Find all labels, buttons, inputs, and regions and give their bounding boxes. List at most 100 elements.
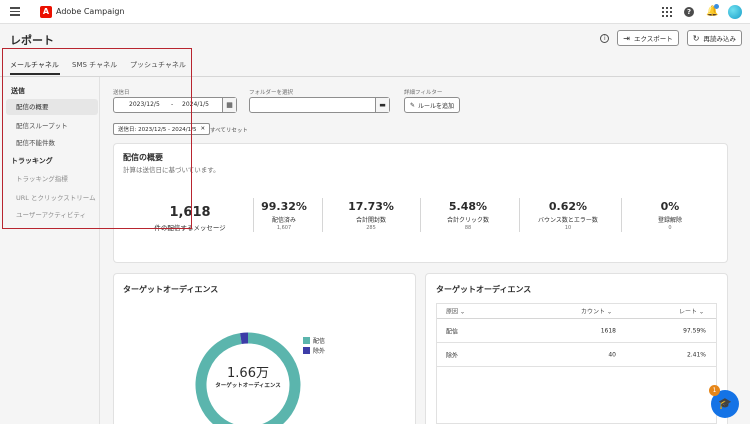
table-header: 原因 ⌄ カウント ⌄ レート ⌄	[437, 304, 716, 319]
help-badge: 1	[709, 385, 720, 396]
tab-email[interactable]: メールチャネル	[10, 60, 59, 70]
sidebar-item-url-clickstream[interactable]: URL とクリックストリーム	[6, 190, 98, 206]
app-switcher-icon[interactable]	[662, 7, 672, 17]
top-bar: A Adobe Campaign ? 🔔	[0, 0, 750, 24]
advanced-filter-label: 詳細フィルター	[404, 90, 443, 96]
cell-count: 1618	[600, 327, 616, 334]
kpi-label: バウンス数とエラー数	[538, 217, 598, 224]
kpi-label: 合計クリック数	[446, 217, 489, 224]
folder-select-field[interactable]: ▬	[249, 97, 390, 113]
kpi-delivered: 99.32% 配信済み 1,607	[253, 200, 315, 231]
column-rate[interactable]: レート ⌄	[679, 307, 704, 316]
channel-tabs: メールチャネル SMS チャネル プッシュチャネル	[0, 54, 750, 76]
tabs-divider	[0, 76, 740, 77]
kpi-value: 5.48%	[448, 200, 488, 213]
cell-rate: 2.41%	[686, 351, 706, 358]
kpi-value: 99.32%	[261, 200, 307, 213]
info-icon[interactable]: i	[600, 33, 610, 43]
kpi-clicks: 5.48% 合計クリック数 88	[422, 200, 514, 231]
export-label: エクスポート	[633, 35, 673, 43]
kpi-count: 10	[564, 225, 572, 231]
chevron-down-icon: ⌄	[606, 308, 612, 316]
notification-dot	[714, 4, 719, 9]
summary-title: 配信の概要	[123, 153, 163, 162]
date-from: 2023/12/5	[129, 101, 160, 108]
kpi-unsubscribes: 0% 登録解除 0	[632, 200, 708, 231]
audience-chart-title: ターゲットオーディエンス	[123, 285, 219, 294]
legend-label: 除外	[313, 348, 326, 355]
tab-push[interactable]: プッシュチャネル	[130, 60, 186, 70]
donut-center-label: ターゲットオーディエンス	[215, 383, 281, 389]
tab-sms[interactable]: SMS チャネル	[72, 60, 117, 70]
legend-swatch	[303, 337, 310, 344]
kpi-opens: 17.73% 合計開封数 285	[330, 200, 412, 231]
audience-table-title: ターゲットオーディエンス	[436, 285, 532, 294]
kpi-value: 1,618	[169, 205, 211, 220]
folder-icon[interactable]: ▬	[375, 98, 389, 112]
column-reason[interactable]: 原因 ⌄	[446, 307, 465, 316]
cell-count: 40	[608, 351, 616, 358]
sidebar-item-user-activity[interactable]: ユーザーアクティビティ	[6, 207, 98, 223]
table-row[interactable]: 除外 40 2.41%	[437, 343, 716, 367]
add-rule-label: ルールを追加	[418, 102, 455, 110]
legend-item-delivered: 配信	[303, 336, 325, 345]
date-range-picker[interactable]: 2023/12/5 - 2024/1/5 ▦	[113, 97, 237, 113]
reset-all-link[interactable]: すべてリセット	[210, 126, 248, 134]
legend-swatch	[303, 347, 310, 354]
column-count[interactable]: カウント ⌄	[581, 307, 612, 316]
export-icon: ⇥	[623, 33, 630, 43]
kpi-label: 登録解除	[657, 217, 682, 224]
sidebar-section-sending: 送信	[11, 87, 25, 95]
kpi-bounces: 0.62% バウンス数とエラー数 10	[520, 200, 616, 231]
pencil-icon: ✎	[410, 101, 416, 109]
kpi-value: 0.62%	[548, 200, 588, 213]
avatar[interactable]	[728, 5, 742, 19]
kpi-messages: 1,618 件の配信するメッセージ	[130, 205, 250, 232]
column-label: 原因	[446, 308, 459, 316]
notification-bell-icon[interactable]: 🔔	[706, 4, 719, 17]
legend-item-excluded: 除外	[303, 346, 325, 355]
summary-subtitle: 計算は送信日に基づいています。	[123, 166, 220, 174]
donut-slice-excluded[interactable]	[240, 332, 249, 344]
chevron-down-icon: ⌄	[459, 308, 465, 316]
report-sidebar: 送信 配信の概要 配信スループット 配信不能件数 トラッキング トラッキング指標…	[0, 77, 100, 424]
adobe-logo-icon: A	[40, 6, 52, 18]
date-separator: -	[171, 101, 174, 108]
date-to: 2024/1/5	[182, 101, 209, 108]
kpi-divider	[621, 198, 622, 232]
donut-center-value: 1.66万	[227, 366, 269, 381]
page-title: レポート	[10, 34, 54, 47]
cell-reason: 配信	[446, 328, 459, 335]
legend-label: 配信	[313, 338, 326, 345]
export-button[interactable]: ⇥ エクスポート	[617, 30, 679, 46]
menu-icon[interactable]	[10, 7, 20, 16]
filter-chip-label: 送信日: 2023/12/5 - 2024/1/5	[118, 127, 197, 133]
date-filter-label: 送信日	[113, 90, 130, 96]
app-title: Adobe Campaign	[56, 7, 125, 16]
close-icon[interactable]: ✕	[201, 126, 206, 132]
kpi-count: 0	[668, 225, 672, 231]
cell-reason: 除外	[446, 352, 459, 359]
column-label: レート	[679, 308, 698, 316]
table-row[interactable]: 配信 1618 97.59%	[437, 319, 716, 343]
sidebar-item-delivery-summary[interactable]: 配信の概要	[6, 99, 98, 115]
kpi-label: 配信済み	[271, 217, 296, 224]
sidebar-item-tracking-indicators[interactable]: トラッキング指標	[6, 171, 98, 187]
kpi-count: 88	[464, 225, 472, 231]
cell-rate: 97.59%	[683, 327, 706, 334]
sidebar-item-bounces[interactable]: 配信不能件数	[6, 135, 98, 151]
reload-button[interactable]: ↻ 再読み込み	[686, 30, 742, 46]
chevron-down-icon: ⌄	[698, 308, 704, 316]
sidebar-section-tracking: トラッキング	[11, 157, 53, 165]
active-filter-chip[interactable]: 送信日: 2023/12/5 - 2024/1/5 ✕	[113, 123, 211, 135]
calendar-icon[interactable]: ▦	[222, 98, 236, 112]
column-label: カウント	[581, 308, 606, 316]
kpi-divider	[420, 198, 421, 232]
add-rule-button[interactable]: ✎ ルールを追加	[404, 97, 461, 113]
reload-label: 再読み込み	[703, 35, 737, 43]
help-icon[interactable]: ?	[684, 7, 694, 17]
kpi-divider	[322, 198, 323, 232]
kpi-count: 285	[366, 225, 376, 231]
sidebar-item-throughput[interactable]: 配信スループット	[6, 118, 98, 134]
kpi-label: 合計開封数	[355, 217, 386, 224]
